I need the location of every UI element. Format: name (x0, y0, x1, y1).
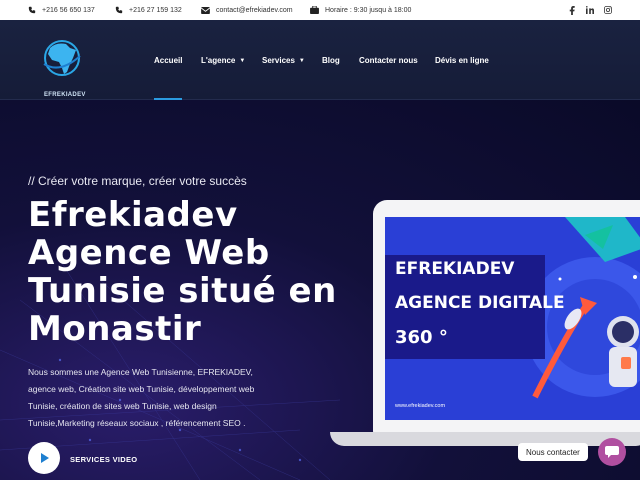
email-text: contact@efrekiadev.com (216, 6, 293, 14)
chat-icon (605, 446, 619, 458)
logo-text: EFREKIADEV (44, 92, 86, 98)
screen-url: www.efrekiadev.com (395, 403, 446, 409)
nav-agence[interactable]: L'agence ▼ (201, 56, 245, 65)
play-video-button[interactable] (28, 442, 60, 474)
nav-devis[interactable]: Dévis en ligne (435, 56, 489, 65)
hero-title-line: Monastir (28, 309, 202, 349)
nav-label: Services (262, 56, 295, 65)
phone-icon (28, 6, 36, 14)
phone-icon (115, 6, 123, 14)
mail-icon (201, 6, 210, 14)
nav-blog[interactable]: Blog (322, 56, 340, 65)
hours: Horaire : 9:30 jusqu à 18:00 (310, 0, 411, 20)
hero-title-line: Agence Web (28, 233, 270, 273)
hero-tagline: // Créer votre marque, créer votre succè… (28, 174, 247, 188)
screen-title-2: AGENCE DIGITALE (395, 293, 565, 313)
instagram-icon[interactable] (601, 0, 615, 20)
chat-button[interactable] (598, 438, 626, 466)
screen-title-1: EFREKIADEV (395, 259, 515, 279)
hero-description: Nous sommes une Agence Web Tunisienne, E… (28, 367, 255, 428)
play-icon (41, 453, 49, 463)
chevron-down-icon: ▼ (239, 57, 246, 64)
phone-1-text: +216 56 650 137 (42, 6, 95, 14)
email-link[interactable]: contact@efrekiadev.com (201, 0, 293, 20)
nav-label: Contacter nous (359, 56, 418, 65)
phone-2-text: +216 27 159 132 (129, 6, 182, 14)
laptop-screen: EFREKIADEV AGENCE DIGITALE 360 ° www.efr… (385, 217, 640, 420)
nav-contact[interactable]: Contacter nous (359, 56, 418, 65)
video-label[interactable]: SERVICES VIDEO (70, 455, 137, 464)
chevron-down-icon: ▼ (298, 57, 305, 64)
hero-title-line: Tunisie situé en (28, 271, 337, 311)
laptop-base (330, 432, 640, 446)
phone-2[interactable]: +216 27 159 132 (115, 0, 182, 20)
screen-title-3: 360 ° (395, 327, 448, 348)
nav-label: Blog (322, 56, 340, 65)
nav-label: Accueil (154, 56, 183, 65)
top-bar: +216 56 650 137 +216 27 159 132 contact@… (0, 0, 640, 20)
nav-label: Dévis en ligne (435, 56, 489, 65)
hours-text: Horaire : 9:30 jusqu à 18:00 (325, 6, 412, 14)
hero-title-line: Efrekiadev (28, 195, 238, 235)
africa-logo-icon (43, 40, 81, 76)
nav-label: L'agence (201, 56, 236, 65)
linkedin-icon[interactable] (583, 0, 597, 20)
logo[interactable] (40, 34, 90, 92)
phone-1[interactable]: +216 56 650 137 (28, 0, 95, 20)
facebook-icon[interactable] (565, 0, 579, 20)
nav-services[interactable]: Services ▼ (262, 56, 305, 65)
site-header: EFREKIADEV Accueil L'agence ▼ Services ▼… (0, 20, 640, 100)
chat-label[interactable]: Nous contacter (518, 443, 588, 461)
nav-accueil[interactable]: Accueil (154, 56, 182, 65)
briefcase-icon (310, 6, 319, 14)
